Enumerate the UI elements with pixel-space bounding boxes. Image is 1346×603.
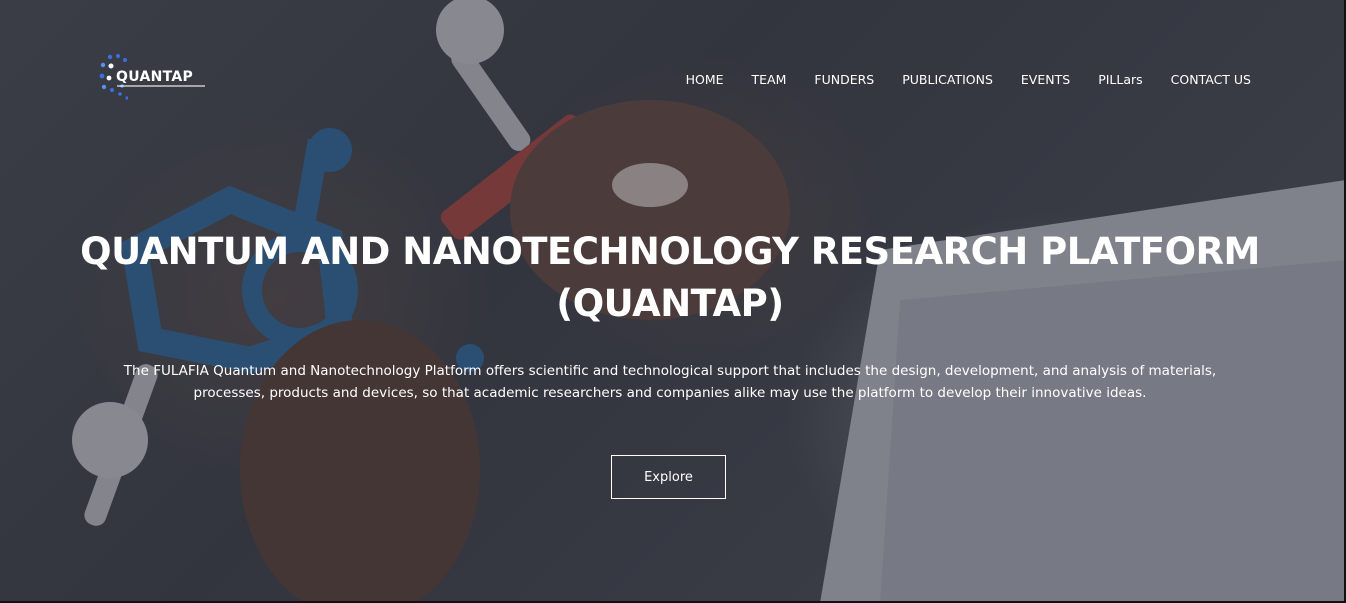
nav-item-funders[interactable]: FUNDERS	[814, 72, 874, 87]
hero-section: QUANTAP HOME TEAM FUNDERS PUBLICATIONS E…	[0, 0, 1346, 603]
hero-title: QUANTUM AND NANOTECHNOLOGY RESEARCH PLAT…	[80, 230, 1260, 325]
nav-item-events[interactable]: EVENTS	[1021, 72, 1070, 87]
logo-tagline-line	[117, 85, 205, 87]
hero-description: The FULAFIA Quantum and Nanotechnology P…	[123, 363, 1217, 401]
nav-item-publications[interactable]: PUBLICATIONS	[902, 72, 993, 87]
nav-item-team[interactable]: TEAM	[752, 72, 787, 87]
main-navigation: HOME TEAM FUNDERS PUBLICATIONS EVENTS PI…	[658, 72, 1251, 87]
logo-wordmark: QUANTAP	[116, 69, 194, 85]
nav-item-pillars[interactable]: PILLars	[1098, 72, 1142, 87]
nav-item-home[interactable]: HOME	[686, 72, 724, 87]
quantap-logo[interactable]: QUANTAP	[98, 52, 218, 102]
explore-button[interactable]: Explore	[611, 455, 726, 499]
nav-item-contact-us[interactable]: CONTACT US	[1171, 72, 1251, 87]
